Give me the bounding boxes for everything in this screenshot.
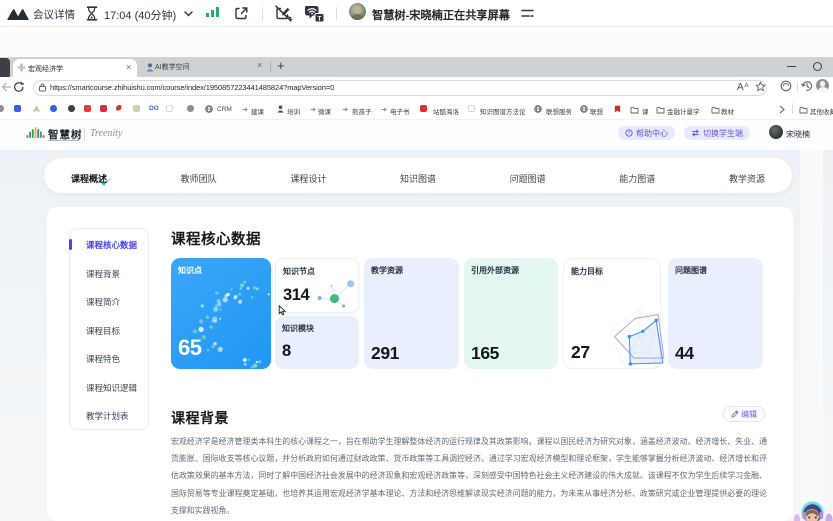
svg-text:T: T	[318, 15, 322, 22]
svg-text:A: A	[745, 83, 749, 89]
svg-text:?: ?	[628, 131, 631, 137]
svg-text:A: A	[737, 82, 744, 91]
